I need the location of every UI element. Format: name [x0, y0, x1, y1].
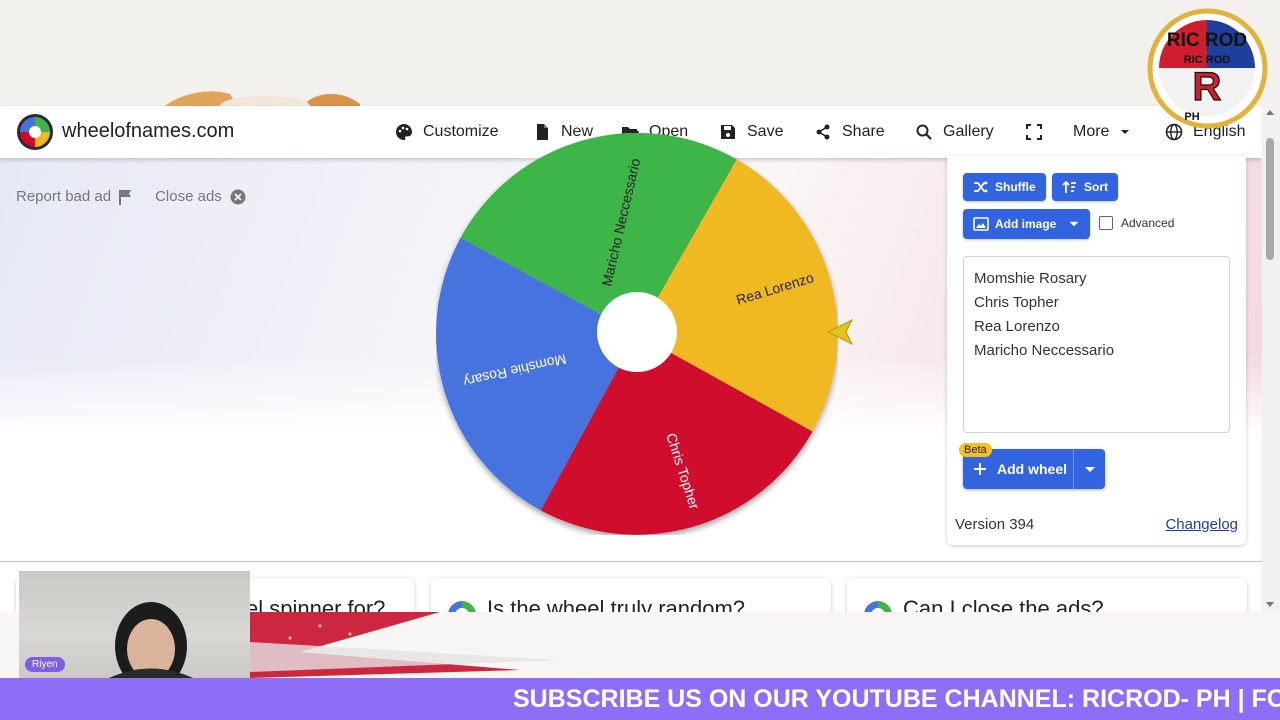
name-entry: Momshie Rosary	[974, 270, 1087, 287]
ticker-text: SUBSCRIBE US ON OUR YOUTUBE CHANNEL: RIC…	[513, 685, 1280, 713]
nav-more-label: More	[1073, 123, 1110, 140]
plus-icon	[974, 463, 986, 475]
channel-badge-logo: RIC ROD RIC ROD R PH	[1147, 8, 1268, 129]
badge-text-bottom: PH	[1184, 111, 1199, 123]
advanced-toggle[interactable]: Advanced	[1099, 216, 1174, 230]
scroll-down-arrow[interactable]	[1266, 602, 1274, 607]
report-bad-ad-link[interactable]: Report bad ad	[16, 188, 133, 205]
beta-badge: Beta	[959, 443, 992, 457]
webcam-name-tag: Riyen	[25, 657, 65, 672]
caret-down-icon	[1069, 221, 1079, 227]
palette-icon	[396, 124, 412, 140]
close-ads-label: Close ads	[155, 188, 222, 205]
add-image-button[interactable]: Add image	[963, 209, 1091, 239]
add-wheel-label: Add wheel	[997, 461, 1068, 477]
fullscreen-button[interactable]	[1025, 120, 1043, 144]
sort-label: Sort	[1084, 180, 1108, 194]
shuffle-label: Shuffle	[995, 180, 1036, 194]
fullscreen-icon	[1026, 124, 1042, 140]
entries-panel: Shuffle Sort Add image Advanced Momshie …	[947, 156, 1246, 545]
wheel-center[interactable]	[597, 292, 677, 372]
nav-more[interactable]: More	[1073, 120, 1131, 144]
version-text: Version 394	[955, 516, 1035, 533]
nav-share-label: Share	[842, 123, 885, 140]
name-entry: Rea Lorenzo	[974, 318, 1060, 335]
caret-down-icon	[1084, 467, 1095, 472]
advanced-checkbox[interactable]	[1099, 216, 1113, 230]
badge-text-top: RIC ROD	[1167, 30, 1247, 51]
nav-gallery[interactable]: Gallery	[915, 120, 994, 144]
search-icon	[916, 124, 932, 140]
name-entry: Maricho Neccessario	[974, 342, 1115, 359]
close-ads-link[interactable]: Close ads	[155, 188, 246, 205]
webcam-feed: Riyen	[19, 571, 250, 678]
badge-letters: R	[1193, 65, 1222, 109]
close-circle-icon	[230, 189, 246, 204]
shuffle-button[interactable]: Shuffle	[963, 173, 1046, 201]
sort-button[interactable]: Sort	[1052, 173, 1118, 201]
advanced-label: Advanced	[1121, 216, 1175, 230]
add-image-label: Add image	[995, 217, 1057, 231]
wheel-logo-icon[interactable]	[16, 113, 54, 151]
flag-icon	[119, 189, 132, 205]
sort-icon	[1062, 180, 1076, 193]
wheel-pointer-icon	[826, 318, 854, 346]
caret-down-icon	[1121, 130, 1130, 134]
shuffle-icon	[974, 181, 988, 193]
add-wheel-dropdown[interactable]	[1073, 449, 1105, 489]
faq-card[interactable]: Can I close the ads?	[847, 578, 1247, 614]
ad-links: Report bad ad Close ads	[16, 188, 246, 205]
site-title[interactable]: wheelofnames.com	[62, 120, 234, 143]
changelog-link[interactable]: Changelog	[1165, 516, 1238, 533]
wheel-graphic[interactable]: Maricho Neccessario Rea Lorenzo Chris To…	[436, 132, 838, 535]
spin-wheel[interactable]: Maricho Neccessario Rea Lorenzo Chris To…	[436, 132, 838, 535]
name-entry: Chris Topher	[974, 294, 1059, 311]
subscribe-ticker: SUBSCRIBE US ON OUR YOUTUBE CHANNEL: RIC…	[0, 678, 1280, 720]
nav-gallery-label: Gallery	[943, 123, 994, 140]
image-icon	[973, 217, 989, 231]
report-bad-ad-label: Report bad ad	[16, 188, 112, 205]
scroll-thumb[interactable]	[1266, 138, 1274, 260]
names-textarea[interactable]: Momshie Rosary Chris Topher Rea Lorenzo …	[963, 256, 1230, 433]
faq-card[interactable]: Is the wheel truly random?	[431, 578, 831, 614]
